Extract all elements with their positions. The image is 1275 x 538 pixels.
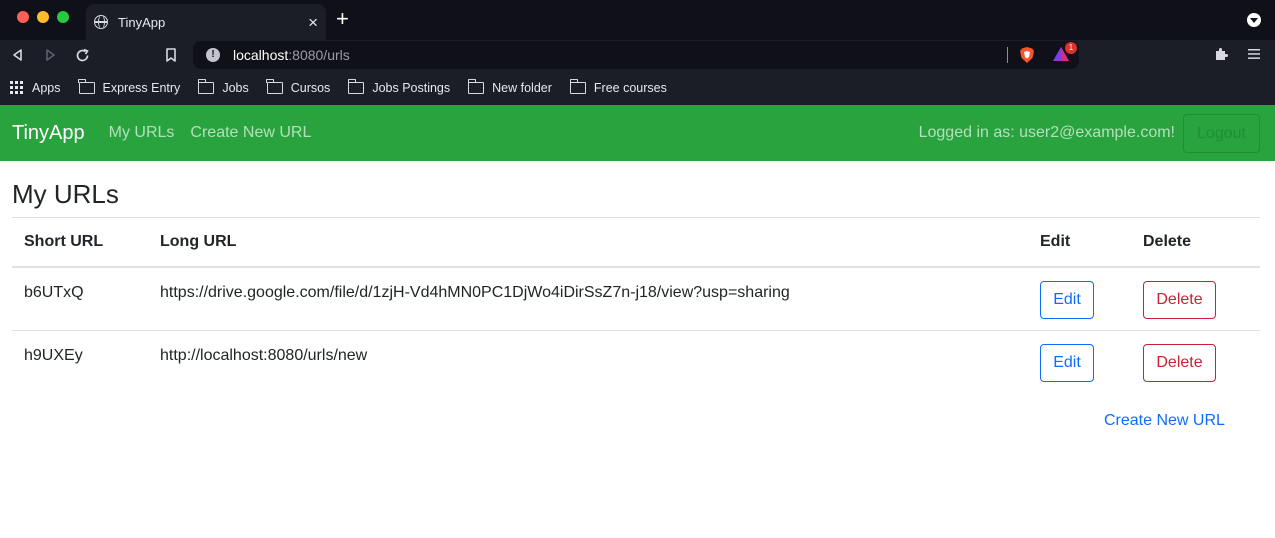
folder-icon <box>467 78 485 94</box>
address-bar-divider <box>1007 47 1008 63</box>
bookmark-express-entry[interactable]: Express Entry <box>78 78 181 95</box>
reload-icon[interactable] <box>73 46 91 64</box>
delete-cell: Delete <box>1131 267 1260 331</box>
close-window-button[interactable] <box>17 11 29 23</box>
bookmark-label: Jobs Postings <box>372 80 451 95</box>
url-path: :8080/urls <box>288 47 350 63</box>
window-controls <box>17 11 69 23</box>
bookmark-icon[interactable] <box>162 46 180 64</box>
nav-my-urls[interactable]: My URLs <box>109 124 175 142</box>
delete-cell: Delete <box>1131 330 1260 393</box>
globe-icon <box>94 15 108 29</box>
main-content: My URLs Short URL Long URL Edit Delete b… <box>0 179 1275 393</box>
table-header-row: Short URL Long URL Edit Delete <box>12 218 1260 268</box>
column-header: Long URL <box>148 218 1028 268</box>
logout-button[interactable]: Logout <box>1183 114 1260 153</box>
create-new-url-link[interactable]: Create New URL <box>1104 412 1225 430</box>
edit-button[interactable]: Edit <box>1040 343 1094 382</box>
tab-title: TinyApp <box>118 14 166 30</box>
bookmark-label: Cursos <box>290 80 331 95</box>
bookmark-apps[interactable]: Apps <box>10 81 61 95</box>
bookmark-jobs-postings[interactable]: Jobs Postings <box>347 78 451 95</box>
bookmark-new-folder[interactable]: New folder <box>467 78 552 95</box>
address-bar[interactable]: ! localhost :8080/urls 1 <box>193 41 1079 69</box>
apps-grid-icon <box>10 81 23 94</box>
bookmark-label: Apps <box>32 80 61 95</box>
folder-icon <box>197 78 215 94</box>
logged-in-text: Logged in as: user2@example.com! <box>918 124 1175 141</box>
delete-button[interactable]: Delete <box>1143 281 1216 319</box>
rewards-badge: 1 <box>1065 42 1077 54</box>
minimize-window-button[interactable] <box>37 11 49 23</box>
app-navbar: TinyApp My URLs Create New URL Logged in… <box>0 105 1275 161</box>
folder-icon <box>569 78 586 94</box>
brand-link[interactable]: TinyApp <box>12 122 85 145</box>
forward-icon[interactable] <box>41 46 59 64</box>
folder-icon <box>347 78 365 94</box>
bookmark-label: Jobs <box>222 80 249 95</box>
table-row: b6UTxQ https://drive.google.com/file/d/1… <box>12 267 1260 331</box>
folder-icon <box>78 78 95 94</box>
folder-icon <box>266 78 283 94</box>
maximize-window-button[interactable] <box>57 11 69 23</box>
hamburger-menu-icon[interactable] <box>1248 47 1260 61</box>
edit-button[interactable]: Edit <box>1040 281 1094 319</box>
column-header: Edit <box>1028 218 1131 268</box>
site-info-icon[interactable]: ! <box>206 48 220 62</box>
browser-tab[interactable]: TinyApp × <box>86 4 326 40</box>
column-header: Short URL <box>12 218 148 268</box>
new-tab-button[interactable]: + <box>336 8 349 30</box>
tab-close-icon[interactable]: × <box>308 14 318 31</box>
column-header: Delete <box>1131 218 1260 268</box>
bookmark-label: New folder <box>492 80 552 95</box>
edit-cell: Edit <box>1028 267 1131 331</box>
bookmark-jobs[interactable]: Jobs <box>197 78 249 95</box>
delete-button[interactable]: Delete <box>1143 343 1216 382</box>
bookmark-label: Free courses <box>593 80 667 95</box>
edit-cell: Edit <box>1028 330 1131 393</box>
urls-table: Short URL Long URL Edit Delete b6UTxQ ht… <box>12 218 1260 393</box>
bookmarks-bar: Apps Express Entry Jobs Cursos Jobs Post… <box>0 70 1275 105</box>
bookmark-free-courses[interactable]: Free courses <box>569 78 667 95</box>
bookmark-cursos[interactable]: Cursos <box>266 78 331 95</box>
bookmark-label: Express Entry <box>102 80 181 95</box>
long-url-cell: https://drive.google.com/file/d/1zjH-Vd4… <box>148 267 1028 331</box>
back-icon[interactable] <box>9 46 27 64</box>
nav-create-new-url[interactable]: Create New URL <box>190 124 311 142</box>
tab-strip: TinyApp × + <box>0 0 1275 40</box>
page-title: My URLs <box>12 179 1260 218</box>
short-url-cell: h9UXEy <box>24 346 83 364</box>
brave-shields-icon[interactable] <box>1019 46 1035 64</box>
url-host: localhost <box>233 47 289 63</box>
tab-search-icon[interactable] <box>1247 13 1261 27</box>
extensions-icon[interactable] <box>1213 46 1229 62</box>
short-url-cell: b6UTxQ <box>12 267 148 331</box>
table-row: h9UXEy http://localhost:8080/urls/new Ed… <box>12 330 1260 393</box>
long-url-cell: http://localhost:8080/urls/new <box>160 346 368 364</box>
browser-chrome: TinyApp × + ! localhost :8080/urls 1 App… <box>0 0 1275 105</box>
browser-toolbar: ! localhost :8080/urls 1 <box>0 40 1275 70</box>
